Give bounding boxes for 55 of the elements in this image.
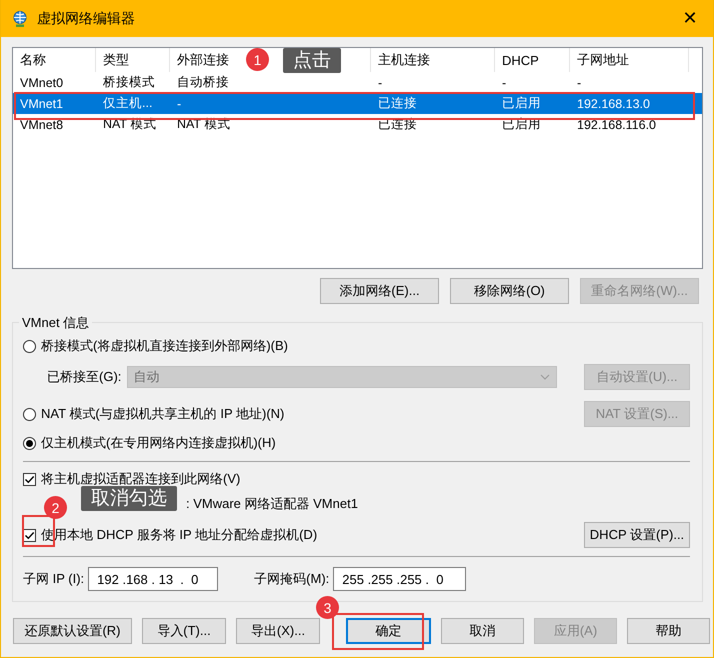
table-cell-text: - bbox=[501, 76, 508, 90]
restore-defaults-button[interactable]: 还原默认设置(R) bbox=[13, 618, 132, 644]
table-cell-text: 桥接模式 bbox=[102, 74, 156, 91]
table-cell-text: 已启用 bbox=[501, 95, 542, 112]
cancel-button[interactable]: 取消 bbox=[441, 618, 524, 644]
export-button[interactable]: 导出(X)... bbox=[236, 618, 320, 644]
subnet-ip-label: 子网 IP (I): bbox=[23, 570, 84, 588]
import-button[interactable]: 导入(T)... bbox=[142, 618, 226, 644]
radio-label: 仅主机模式(在专用网络内连接虚拟机)(H) bbox=[41, 434, 276, 452]
subnet-mask-field[interactable]: 255 .255 .255 . 0 bbox=[333, 567, 466, 591]
dhcp-settings-button[interactable]: DHCP 设置(P)... bbox=[584, 522, 690, 548]
subnet-mask-label: 子网掩码(M): bbox=[254, 570, 330, 588]
table-cell-text: 192.168.13.0 bbox=[576, 96, 651, 110]
table-cell-text: VMnet0 bbox=[19, 76, 64, 90]
adapter-name-text: : VMware 网络适配器 VMnet1 bbox=[186, 495, 358, 513]
checkbox-label: 使用本地 DHCP 服务将 IP 地址分配给虚拟机(D) bbox=[41, 526, 318, 544]
group-title: VMnet 信息 bbox=[19, 314, 92, 332]
radio-label: NAT 模式(与虚拟机共享主机的 IP 地址)(N) bbox=[41, 405, 284, 423]
column-header[interactable]: DHCP bbox=[495, 48, 570, 72]
table-cell-text: 已连接 bbox=[377, 95, 418, 112]
radio-button[interactable] bbox=[23, 436, 36, 450]
step-number-badge: 2 bbox=[44, 496, 67, 519]
checkbox-label: 将主机虚拟适配器连接到此网络(V) bbox=[41, 470, 240, 488]
close-button[interactable]: ✕ bbox=[667, 0, 713, 37]
subnet-ip-field[interactable]: 192 .168 . 13 . 0 bbox=[88, 567, 218, 591]
column-header[interactable]: 主机连接 bbox=[371, 48, 495, 72]
column-header[interactable]: 类型 bbox=[96, 48, 170, 72]
table-cell-text: - bbox=[176, 96, 182, 110]
network-row[interactable]: VMnet0 桥接模式 自动桥接 - - - bbox=[13, 72, 702, 93]
radio-label: 桥接模式(将虚拟机直接连接到外部网络)(B) bbox=[41, 337, 288, 355]
step-number-badge: 3 bbox=[316, 596, 339, 619]
column-header[interactable]: 子网地址 bbox=[570, 48, 689, 72]
chevron-down-icon bbox=[540, 374, 550, 380]
table-cell-text: VMnet1 bbox=[19, 96, 64, 110]
column-header[interactable]: 名称 bbox=[13, 48, 96, 72]
checkbox[interactable] bbox=[23, 528, 36, 542]
table-cell-text: 192.168.116.0 bbox=[576, 118, 658, 132]
table-cell-text: 仅主机... bbox=[102, 95, 154, 112]
annotation-callout: 取消勾选 bbox=[81, 486, 177, 511]
add-network-button[interactable]: 添加网络(E)... bbox=[320, 278, 439, 304]
window-title: 虚拟网络编辑器 bbox=[37, 10, 135, 28]
network-row[interactable]: VMnet1 仅主机... - 已连接 已启用 192.168.13.0 bbox=[13, 93, 702, 114]
ok-button[interactable]: 确定 bbox=[346, 618, 431, 644]
table-cell-text: VMnet8 bbox=[19, 118, 64, 132]
checkbox[interactable] bbox=[23, 472, 36, 486]
radio-button[interactable] bbox=[23, 340, 36, 352]
table-cell-text: 自动桥接 bbox=[176, 74, 230, 91]
help-button[interactable]: 帮助 bbox=[627, 618, 710, 644]
network-globe-icon bbox=[11, 10, 29, 28]
radio-button[interactable] bbox=[23, 408, 36, 420]
remove-network-button[interactable]: 移除网络(O) bbox=[450, 278, 569, 304]
table-cell-text: - bbox=[377, 76, 384, 90]
table-cell-text: - bbox=[576, 76, 582, 90]
annotation-callout: 点击 bbox=[283, 48, 341, 73]
bridged-to-label: 已桥接至(G): bbox=[47, 368, 122, 386]
